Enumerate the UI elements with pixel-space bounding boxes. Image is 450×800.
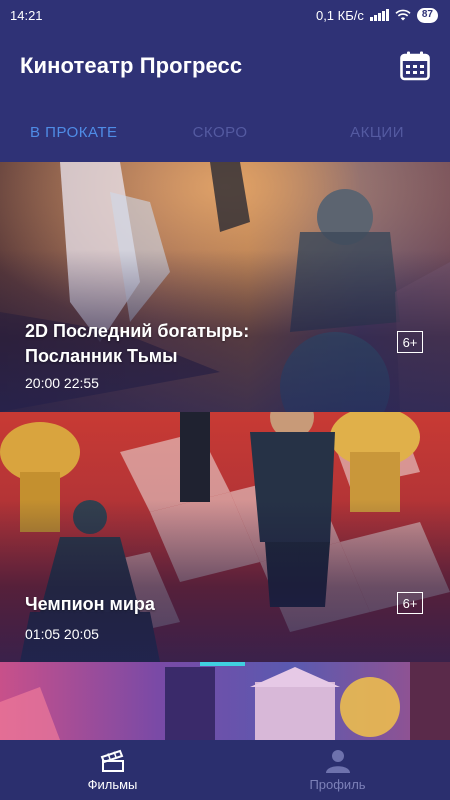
wifi-icon [395,9,411,21]
showtimes: 20:00 22:55 [25,375,99,391]
status-indicators: 0,1 КБ/с 87 [315,7,438,23]
tab-coming-soon[interactable]: СКОРО [159,124,282,141]
movie-title: 2D Последний богатырь: Посланник Тьмы [25,321,250,366]
network-speed: 0,1 КБ/с [315,7,364,23]
nav-profile-label: Профиль [309,776,366,792]
nav-films-label: Фильмы [87,776,138,792]
bottom-navigation: Фильмы Профиль [0,740,450,800]
signal-icon [369,9,389,21]
movie-card[interactable]: Чемпион мира 01:05 20:05 6+ [0,412,450,662]
app-screen: 14:21 0,1 КБ/с 87 Кинотеатр Прогресс В П… [0,0,450,800]
nav-profile[interactable]: Профиль [225,740,450,800]
movie-card[interactable] [0,662,450,740]
movie-card[interactable]: 2D Последний богатырь: Посланник Тьмы 20… [0,162,450,412]
age-rating-badge: 6+ [397,331,423,353]
tab-promotions[interactable]: АКЦИИ [281,124,450,141]
movie-title: Чемпион мира [25,594,155,614]
app-title: Кинотеатр Прогресс [20,53,243,78]
battery-indicator: 87 [416,7,438,23]
calendar-button[interactable] [398,49,432,83]
ticket-icon [100,749,124,772]
status-time: 14:21 [10,7,43,23]
tab-bar: В ПРОКАТЕ СКОРО АКЦИИ [0,102,450,162]
tab-now-showing[interactable]: В ПРОКАТЕ [0,124,159,141]
movie-poster [0,662,450,740]
nav-films[interactable]: Фильмы [0,740,225,800]
profile-icon [325,749,350,773]
age-rating-badge: 6+ [397,592,423,614]
app-bar: Кинотеатр Прогресс [0,30,450,102]
calendar-icon [400,51,430,81]
status-bar: 14:21 0,1 КБ/с 87 [0,0,450,30]
showtimes: 01:05 20:05 [25,626,99,642]
